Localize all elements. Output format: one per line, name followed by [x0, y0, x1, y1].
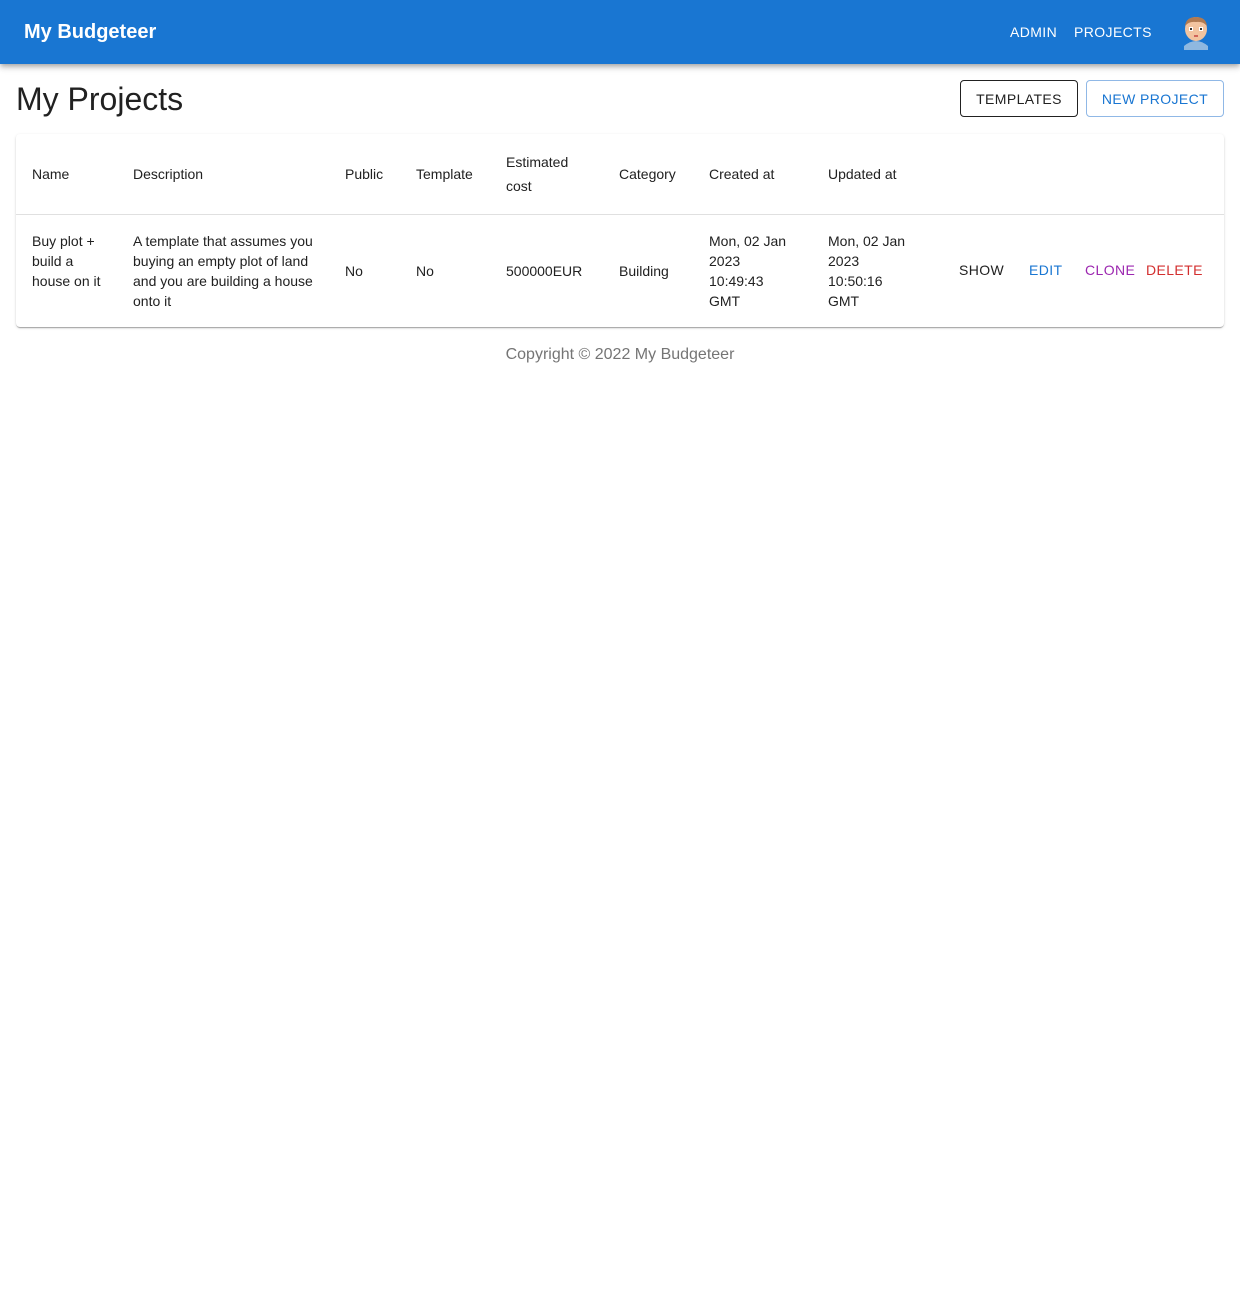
column-header-public: Public — [345, 166, 384, 182]
column-header-created-at: Created at — [709, 166, 775, 182]
delete-button[interactable]: DELETE — [1146, 260, 1203, 280]
page-title: My Projects — [16, 81, 184, 117]
projects-table: Name Description Public Template Estimat… — [16, 134, 1224, 327]
column-header-estimated-cost: Estimated cost — [506, 154, 569, 194]
column-header-template: Template — [416, 166, 473, 182]
cell-category: Building — [619, 263, 669, 279]
footer-copyright: Copyright © 2022 My Budgeteer — [505, 346, 735, 363]
column-header-name: Name — [32, 166, 70, 182]
app-brand[interactable]: My Budgeteer — [24, 19, 156, 45]
app-bar: My Budgeteer ADMIN PROJECTS — [0, 0, 1240, 64]
clone-button[interactable]: CLONE — [1085, 260, 1135, 280]
cell-public: No — [345, 263, 363, 279]
cell-template: No — [416, 263, 434, 279]
new-project-button[interactable]: NEW PROJECT — [1086, 80, 1224, 117]
column-header-category: Category — [619, 166, 676, 182]
edit-button[interactable]: EDIT — [1029, 260, 1063, 280]
avatar-face-icon — [1184, 17, 1208, 50]
templates-button[interactable]: TEMPLATES — [960, 80, 1078, 117]
nav-admin[interactable]: ADMIN — [1010, 22, 1057, 42]
column-header-updated-at: Updated at — [828, 166, 897, 182]
cell-created-at: Mon, 02 Jan 2023 10:49:43 GMT — [709, 233, 787, 309]
cell-estimated-cost: 500000EUR — [506, 263, 583, 279]
cell-updated-at: Mon, 02 Jan 2023 10:50:16 GMT — [828, 233, 906, 309]
cell-description: A template that assumes you buying an em… — [133, 233, 313, 309]
cell-name: Buy plot + build a house on it — [32, 233, 101, 289]
column-header-description: Description — [133, 166, 204, 182]
nav-projects[interactable]: PROJECTS — [1074, 22, 1152, 42]
show-button[interactable]: SHOW — [959, 260, 1004, 280]
avatar-icon[interactable] — [1178, 14, 1214, 50]
